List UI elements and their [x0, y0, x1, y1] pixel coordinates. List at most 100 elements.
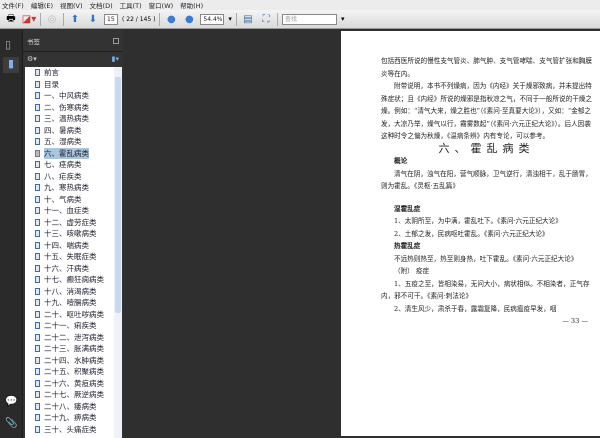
bookmark-icon: [35, 264, 40, 272]
page-number-input[interactable]: 15: [104, 13, 118, 25]
bookmark-item[interactable]: 二十三、胀满病类: [25, 343, 122, 355]
bookmark-item[interactable]: 五、湿病类: [25, 136, 122, 148]
bookmark-item[interactable]: 十一、血症类: [25, 205, 122, 217]
bookmark-label: 目录: [44, 79, 59, 89]
bookmark-label: 二十二、泄泻病类: [44, 332, 104, 342]
bookmark-item[interactable]: 十四、喘病类: [25, 240, 122, 252]
search-dropdown-icon[interactable]: ▾: [341, 15, 345, 23]
bookmark-label: 三十、头痛症类: [44, 424, 97, 434]
bookmark-icon: [35, 287, 40, 295]
bookmark-label: 七、痉病类: [44, 160, 82, 170]
bookmark-icon: [35, 115, 40, 123]
bookmark-label: 十七、癫狂痫病类: [44, 275, 104, 285]
bookmark-item[interactable]: 前言: [25, 67, 122, 79]
prev-page-button[interactable]: ⬆: [68, 12, 82, 26]
menu-window[interactable]: 窗口(W): [149, 0, 174, 10]
bookmark-item[interactable]: 二十七、厥逆病类: [25, 389, 122, 401]
bookmark-item[interactable]: 三十、头痛症类: [25, 424, 122, 436]
bookmark-item[interactable]: 二十五、积聚病类: [25, 366, 122, 378]
bookmark-label: 一、中风病类: [44, 91, 89, 101]
options-gear-icon[interactable]: ⚙▾: [27, 55, 37, 63]
create-pdf-icon[interactable]: ◪▾: [22, 12, 36, 26]
new-bookmark-icon[interactable]: ▮▾: [112, 55, 119, 63]
bookmark-icon: [35, 356, 40, 364]
bookmark-label: 二十九、痹病类: [44, 413, 97, 423]
bookmark-item[interactable]: 十六、汗病类: [25, 263, 122, 275]
panel-menu-button[interactable]: [113, 37, 119, 44]
bookmark-icon: [35, 345, 40, 353]
bookmark-icon: [35, 368, 40, 376]
bookmark-label: 六、霍乱病类: [44, 147, 89, 159]
bookmark-icon: [35, 310, 40, 318]
zoom-dropdown-icon[interactable]: ▾: [228, 15, 232, 23]
search-input[interactable]: 查找: [281, 13, 337, 25]
bookmark-label: 八、疟疾类: [44, 171, 82, 181]
scrollbar-thumb[interactable]: [115, 77, 121, 313]
bookmark-icon: [35, 241, 40, 249]
chapter-title: 六、霍乱病类: [438, 141, 535, 155]
bookmark-item[interactable]: 一、中风病类: [25, 90, 122, 102]
panel-title: 书签: [27, 37, 40, 46]
bookmark-icon: [35, 414, 40, 422]
bookmark-item[interactable]: 二十六、黄疸病类: [25, 378, 122, 390]
bookmark-item[interactable]: 十、气病类: [25, 194, 122, 206]
bookmark-icon: [35, 322, 40, 330]
bookmark-label: 九、寒热病类: [44, 183, 89, 193]
bookmark-item[interactable]: 二十四、水肿病类: [25, 355, 122, 367]
bookmark-item[interactable]: 三、温热病类: [25, 113, 122, 125]
bookmark-item[interactable]: 二十八、痿病类: [25, 401, 122, 413]
bookmark-icon: [35, 149, 40, 157]
pages-icon[interactable]: ▯: [5, 38, 11, 51]
bookmark-label: 十、气病类: [44, 194, 82, 204]
zoom-input[interactable]: 54.4%: [200, 13, 225, 25]
bookmark-icon: [35, 138, 40, 146]
bookmark-icon: [35, 391, 40, 399]
menu-edit[interactable]: 编辑(E): [31, 0, 53, 10]
bookmark-item[interactable]: 十九、噎膈病类: [25, 297, 122, 309]
collaborate-icon[interactable]: ◎: [45, 12, 59, 26]
bookmark-label: 十八、消渴病类: [44, 286, 97, 296]
bookmark-icon: [35, 276, 40, 284]
bookmark-item[interactable]: 二、伤寒病类: [25, 102, 122, 114]
paragraph: 1、五疫之至，皆相染易，无问大小，病状相似。不相染者，正气存内，邪不可干。《素问…: [381, 279, 590, 301]
bookmark-icon: [35, 218, 40, 226]
menu-view[interactable]: 视图(V): [60, 0, 83, 10]
bookmark-item[interactable]: 十五、失眠症类: [25, 251, 122, 263]
bookmark-item[interactable]: 十二、虚劳症类: [25, 217, 122, 229]
menu-bar: 文件(F) 编辑(E) 视图(V) 文档(D) 工具(T) 窗口(W) 帮助(H…: [0, 0, 600, 10]
bookmark-item[interactable]: 十七、癫狂痫病类: [25, 274, 122, 286]
next-page-button[interactable]: ⬇: [86, 12, 100, 26]
bookmark-item[interactable]: 二十、呕吐哕病类: [25, 309, 122, 321]
full-screen-icon[interactable]: ⛶: [259, 12, 273, 26]
print-icon[interactable]: 🖶: [4, 12, 18, 26]
section-heading: 概论: [394, 157, 408, 165]
menu-help[interactable]: 帮助(H): [180, 0, 203, 10]
scrollbar[interactable]: [114, 67, 122, 438]
bookmark-item[interactable]: 十八、消渴病类: [25, 286, 122, 298]
bookmark-item[interactable]: 九、寒热病类: [25, 182, 122, 194]
menu-tools[interactable]: 工具(T): [120, 0, 142, 10]
comments-icon[interactable]: 💬: [5, 396, 17, 407]
bookmark-item[interactable]: 四、暑病类: [25, 125, 122, 137]
zoom-out-button[interactable]: ●: [164, 12, 178, 26]
bookmark-item[interactable]: 二十九、痹病类: [25, 412, 122, 424]
separator: [40, 12, 41, 26]
bookmark-icon: [35, 80, 40, 88]
bookmarks-icon[interactable]: ▮: [3, 57, 19, 73]
bookmark-item[interactable]: 十三、咳嗽病类: [25, 228, 122, 240]
bookmark-icon: [35, 230, 40, 238]
fit-page-icon[interactable]: ▤: [241, 12, 255, 26]
bookmark-label: 二十八、痿病类: [44, 401, 97, 411]
bookmark-item[interactable]: 二十二、泄泻病类: [25, 332, 122, 344]
paragraph: 不远热则热至，热至则身热，吐下霍乱。《素问·六元正纪大论》: [394, 254, 578, 263]
bookmark-item[interactable]: 目录: [25, 79, 122, 91]
bookmark-item[interactable]: 八、疟疾类: [25, 171, 122, 183]
menu-document[interactable]: 文档(D): [90, 0, 113, 10]
bookmark-item[interactable]: 六、霍乱病类: [25, 147, 122, 160]
bookmark-item[interactable]: 二十一、痢疾类: [25, 320, 122, 332]
zoom-in-button[interactable]: ●: [182, 12, 196, 26]
menu-file[interactable]: 文件(F): [2, 0, 24, 10]
bookmark-item[interactable]: 七、痉病类: [25, 159, 122, 171]
bookmark-icon: [35, 207, 40, 215]
attachments-icon[interactable]: 📎: [5, 418, 17, 429]
